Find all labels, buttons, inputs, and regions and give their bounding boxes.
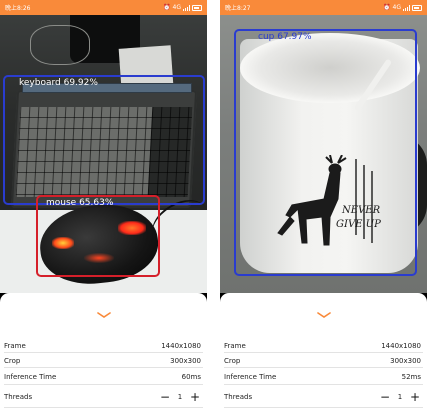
- camera-preview: NEVER GIVE UP cup 67.97%: [220, 15, 427, 293]
- detection-label-keyboard: keyboard 69.92%: [19, 78, 98, 88]
- crop-label: Crop: [224, 357, 241, 365]
- inference-label: Inference Time: [224, 373, 277, 381]
- signal-icon: [183, 4, 190, 11]
- plus-icon[interactable]: +: [189, 391, 201, 403]
- status-bar: 晚上8:27 ⏰ 4G: [220, 0, 427, 15]
- detection-box-cup: cup 67.97%: [234, 29, 417, 276]
- crop-value: 300x300: [170, 357, 201, 365]
- alarm-icon: ⏰: [383, 3, 391, 11]
- status-bar: 晚上8:26 ⏰ 4G: [0, 0, 207, 15]
- signal-icon: [403, 4, 410, 11]
- threads-label: Threads: [4, 393, 33, 401]
- detection-box-keyboard: keyboard 69.92%: [3, 75, 205, 205]
- minus-icon[interactable]: −: [159, 391, 171, 403]
- minus-icon[interactable]: −: [379, 391, 391, 403]
- threads-stepper: − 1 +: [159, 391, 201, 403]
- network-type: 4G: [392, 4, 401, 11]
- inference-row: Inference Time 52ms: [224, 370, 421, 384]
- inference-value: 52ms: [401, 373, 421, 381]
- frame-row: Frame 1440x1080: [4, 339, 201, 353]
- left-phone-screen: 晚上8:26 ⏰ 4G keyboard 69.92% mouse 65.63%…: [0, 0, 207, 412]
- alarm-icon: ⏰: [163, 3, 171, 11]
- inference-row: Inference Time 60ms: [4, 370, 201, 384]
- threads-value: 1: [177, 393, 183, 401]
- threads-value: 1: [397, 393, 403, 401]
- plus-icon[interactable]: +: [409, 391, 421, 403]
- detection-label-mouse: mouse 65.63%: [46, 198, 114, 208]
- right-phone-screen: 晚上8:27 ⏰ 4G NEVER GIVE UP cup 67.97% Fra…: [220, 0, 427, 412]
- expand-chevron-icon[interactable]: [317, 312, 331, 318]
- frame-value: 1440x1080: [381, 342, 421, 350]
- status-time: 晚上8:26: [5, 5, 31, 12]
- frame-value: 1440x1080: [161, 342, 201, 350]
- threads-stepper: − 1 +: [379, 391, 421, 403]
- frame-label: Frame: [4, 342, 26, 350]
- inference-value: 60ms: [181, 373, 201, 381]
- frame-row: Frame 1440x1080: [224, 339, 421, 353]
- detection-label-cup: cup 67.97%: [258, 32, 312, 42]
- frame-label: Frame: [224, 342, 246, 350]
- expand-chevron-icon[interactable]: [97, 312, 111, 318]
- detection-box-mouse: mouse 65.63%: [36, 195, 160, 277]
- threads-row: Threads − 1 +: [4, 390, 201, 404]
- crop-row: Crop 300x300: [224, 354, 421, 368]
- battery-icon: [192, 4, 202, 11]
- inference-label: Inference Time: [4, 373, 57, 381]
- crop-label: Crop: [4, 357, 21, 365]
- crop-row: Crop 300x300: [4, 354, 201, 368]
- crop-value: 300x300: [390, 357, 421, 365]
- camera-preview: keyboard 69.92% mouse 65.63%: [0, 15, 207, 293]
- threads-row: Threads − 1 +: [224, 390, 421, 404]
- battery-icon: [412, 4, 422, 11]
- network-type: 4G: [172, 4, 181, 11]
- status-time: 晚上8:27: [225, 5, 251, 12]
- threads-label: Threads: [224, 393, 253, 401]
